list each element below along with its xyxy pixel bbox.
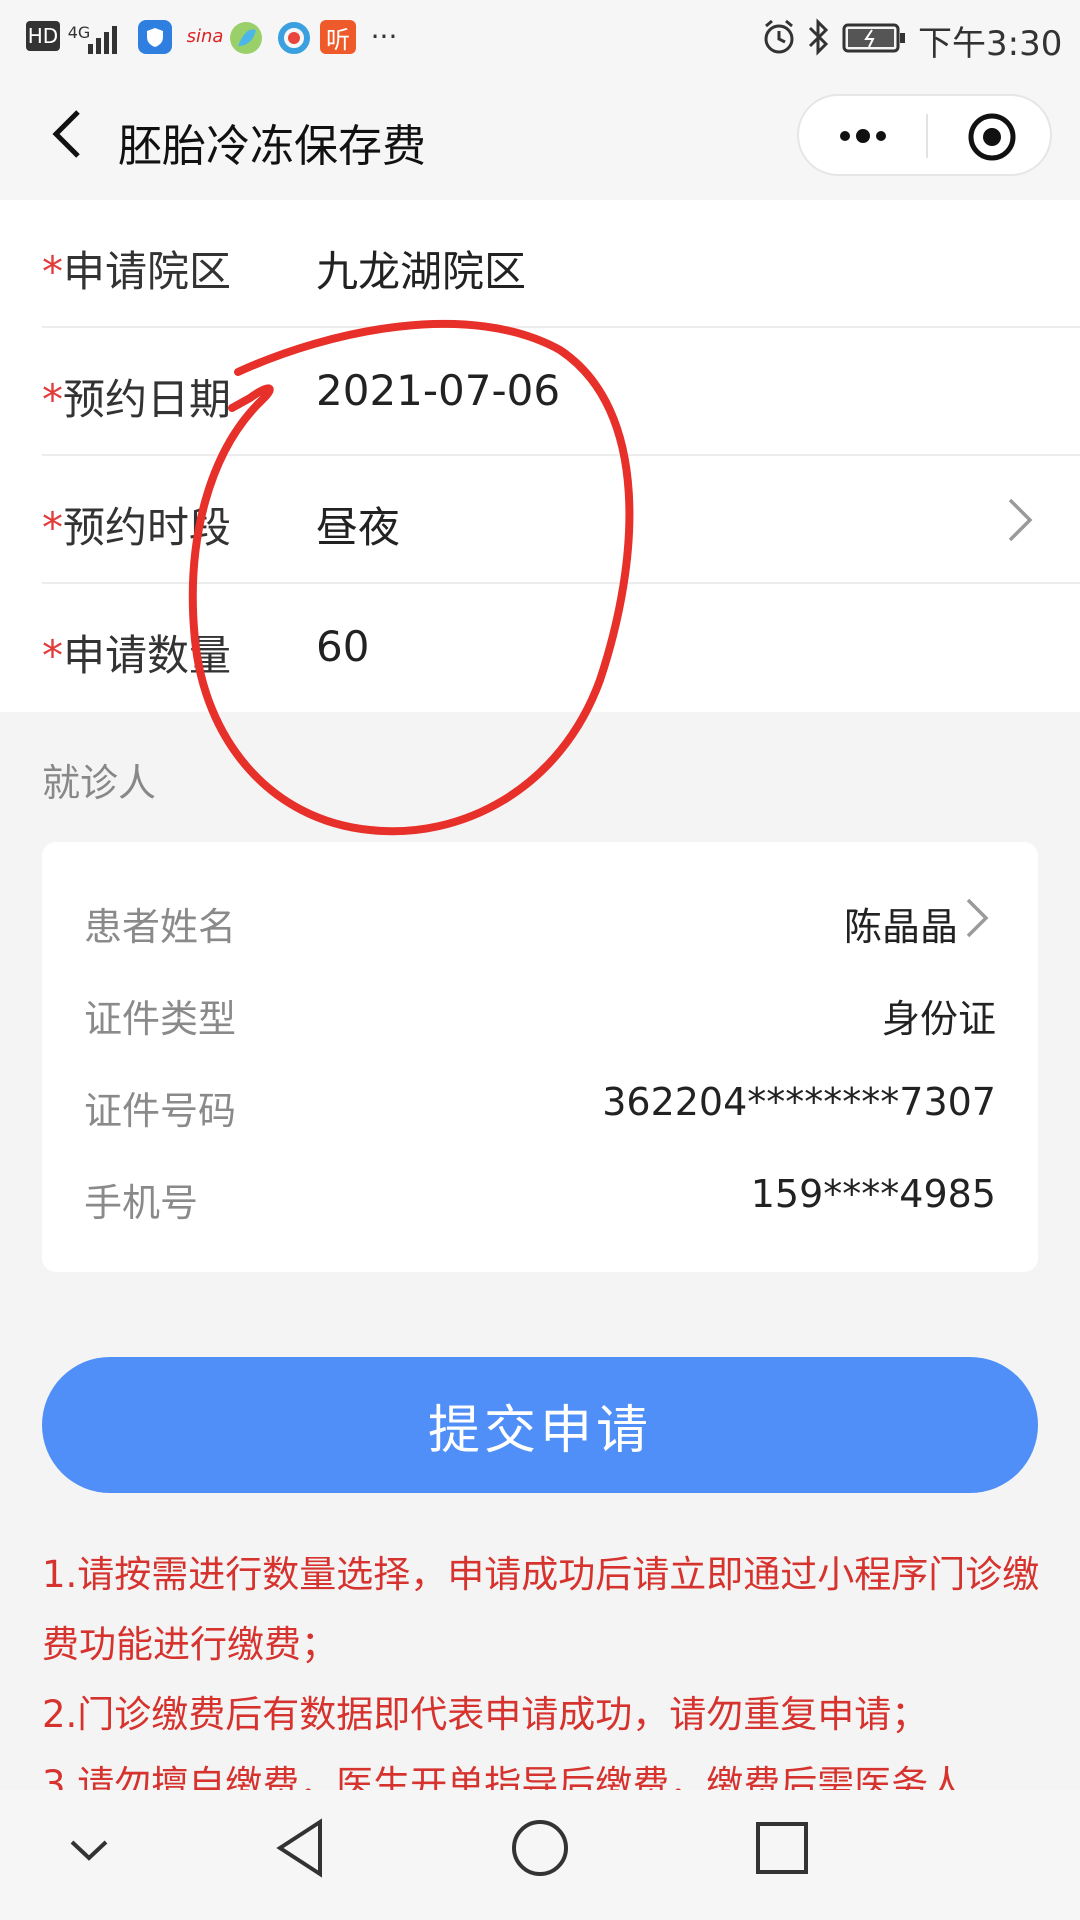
id-type-value: 身份证: [881, 997, 996, 1041]
form-row-campus[interactable]: *申请院区 九龙湖院区: [42, 200, 1080, 328]
mini-program-capsule: [797, 94, 1052, 176]
id-number-value: 362204********7307: [602, 1080, 996, 1124]
application-form: *申请院区 九龙湖院区 *预约日期 2021-07-06 *预约时段 昼夜 *申…: [0, 200, 1080, 712]
quantity-value[interactable]: 60: [316, 622, 369, 671]
id-type-label: 证件类型: [84, 997, 237, 1041]
status-bar: HD 4G sina 听 ··· 下午3:30: [0, 0, 1080, 74]
alarm-icon: [764, 19, 794, 54]
patient-section-title: 就诊人: [42, 761, 157, 805]
title-bar: 胚胎冷冻保存费: [0, 74, 1080, 200]
form-row-date[interactable]: *预约日期 2021-07-06: [42, 328, 1080, 456]
signal-icon: [88, 26, 117, 54]
submit-application-button[interactable]: 提交申请: [42, 1357, 1038, 1493]
home-circle-icon[interactable]: [508, 1816, 572, 1880]
id-number-label: 证件号码: [84, 1089, 237, 1133]
hd-icon: HD: [26, 21, 60, 51]
ting-app-icon: 听: [320, 20, 356, 54]
app-shield-icon: [138, 20, 172, 54]
patient-name-value[interactable]: 陈晶晶: [844, 896, 958, 951]
sina-icon: sina: [186, 25, 224, 47]
form-label: *预约时段: [42, 503, 232, 552]
recent-apps-square-icon[interactable]: [752, 1818, 812, 1878]
notes: 1.请按需进行数量选择，申请成功后请立即通过小程序门诊缴费功能进行缴费； 2.门…: [42, 1540, 1042, 1820]
battery-icon: [842, 23, 905, 53]
note-item: 1.请按需进行数量选择，申请成功后请立即通过小程序门诊缴费功能进行缴费；: [42, 1553, 1040, 1666]
phone-label: 手机号: [84, 1181, 199, 1225]
phone-value: 159****4985: [750, 1172, 996, 1216]
back-arrow-icon[interactable]: [40, 104, 100, 164]
form-label: *申请数量: [42, 631, 232, 680]
bluetooth-icon: [808, 18, 829, 56]
time-slot-value: 昼夜: [316, 503, 401, 552]
form-label: *预约日期: [42, 375, 232, 424]
app-ring-icon: [278, 22, 310, 54]
more-menu-icon[interactable]: [833, 118, 893, 154]
page-title: 胚胎冷冻保存费: [118, 121, 426, 172]
form-row-quantity[interactable]: *申请数量 60: [42, 584, 1080, 712]
close-mini-program-icon[interactable]: [967, 112, 1017, 162]
app-leaf-icon: [230, 22, 262, 54]
status-time: 下午3:30: [918, 24, 1063, 64]
chevron-right-icon[interactable]: [1000, 494, 1040, 546]
note-item: 2.门诊缴费后有数据即代表申请成功，请勿重复申请；: [42, 1693, 929, 1736]
chevron-right-icon[interactable]: [960, 894, 994, 942]
form-label: *申请院区: [42, 247, 232, 296]
form-row-time-slot[interactable]: *预约时段 昼夜: [42, 456, 1080, 584]
patient-card: 患者姓名 陈晶晶 证件类型 身份证 证件号码 362204********730…: [42, 842, 1038, 1272]
back-triangle-icon[interactable]: [272, 1816, 328, 1880]
more-notifications-icon: ···: [370, 19, 398, 53]
hide-nav-chevron-icon[interactable]: [66, 1830, 112, 1870]
capsule-divider: [926, 114, 928, 158]
date-value: 2021-07-06: [316, 366, 561, 415]
patient-name-label: 患者姓名: [84, 905, 237, 949]
campus-value: 九龙湖院区: [316, 247, 527, 296]
system-navigation-bar: [0, 1790, 1080, 1920]
